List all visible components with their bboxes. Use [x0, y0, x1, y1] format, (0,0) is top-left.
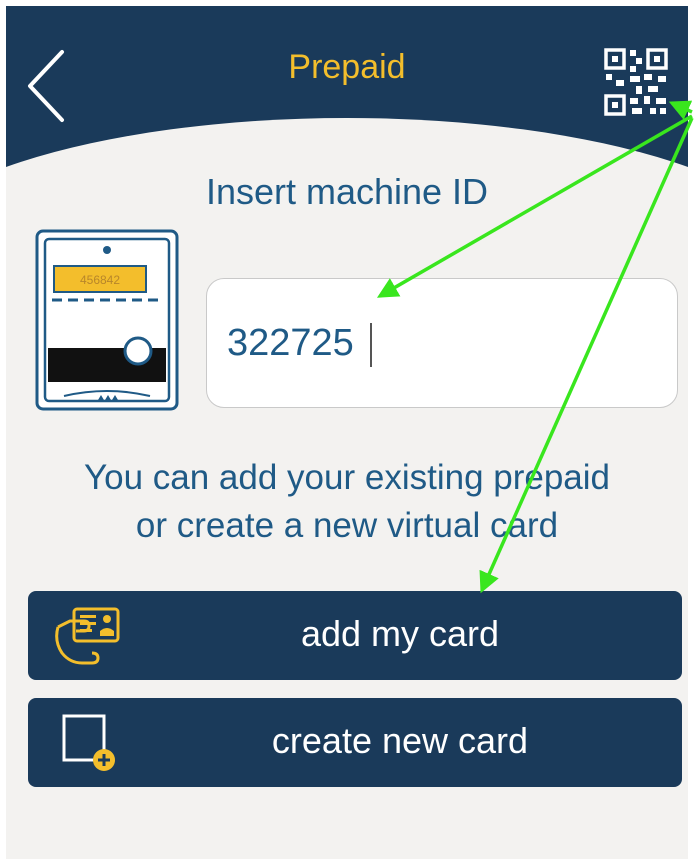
qr-scan-button[interactable] — [602, 46, 672, 118]
hand-card-icon — [55, 607, 120, 665]
info-message: You can add your existing prepaid or cre… — [6, 454, 688, 550]
info-line-2: or create a new virtual card — [135, 506, 559, 545]
machine-id-input[interactable] — [227, 313, 647, 373]
create-new-card-button[interactable]: create new card — [28, 698, 682, 787]
qr-code-icon — [604, 48, 668, 116]
vending-machine-icon: 456842 — [35, 229, 179, 411]
create-new-card-label: create new card — [271, 720, 529, 761]
page-title: Prepaid — [288, 48, 406, 86]
app-screen: Prepaid Insert machine ID 456842 322725 … — [6, 6, 688, 859]
add-my-card-label: add my card — [300, 613, 500, 654]
add-my-card-button[interactable]: add my card — [28, 591, 682, 680]
machine-illustration: 456842 — [34, 228, 180, 412]
machine-id-field[interactable] — [206, 278, 678, 408]
illustration-id-text: 456842 — [80, 273, 120, 287]
text-cursor — [370, 323, 372, 367]
info-line-1: You can add your existing prepaid — [83, 458, 611, 497]
insert-machine-id-label: Insert machine ID — [205, 171, 489, 212]
card-plus-icon — [62, 714, 115, 771]
